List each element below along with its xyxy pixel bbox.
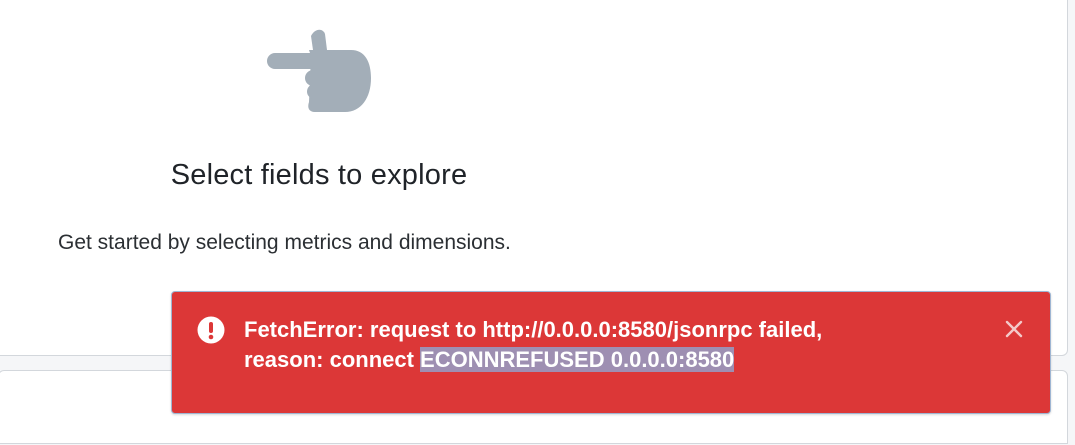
empty-state-subtitle: Get started by selecting metrics and dim… [58,231,511,254]
pointing-hand-icon [267,29,371,112]
explorer-view: Select fields to explore Get started by … [0,0,1075,445]
exclamation-circle-icon [197,316,225,344]
close-icon[interactable] [1003,318,1025,340]
error-message: FetchError: request to http://0.0.0.0:85… [244,315,964,375]
error-toast-body: FetchError: request to http://0.0.0.0:85… [174,294,1048,411]
error-message-line1: FetchError: request to http://0.0.0.0:85… [244,317,823,342]
selected-text[interactable]: ECONNREFUSED 0.0.0.0:8580 [420,347,735,372]
error-message-line2-prefix: reason: connect [244,347,421,372]
error-toast: FetchError: request to http://0.0.0.0:85… [171,291,1051,414]
empty-state-title: Select fields to explore [170,159,468,191]
